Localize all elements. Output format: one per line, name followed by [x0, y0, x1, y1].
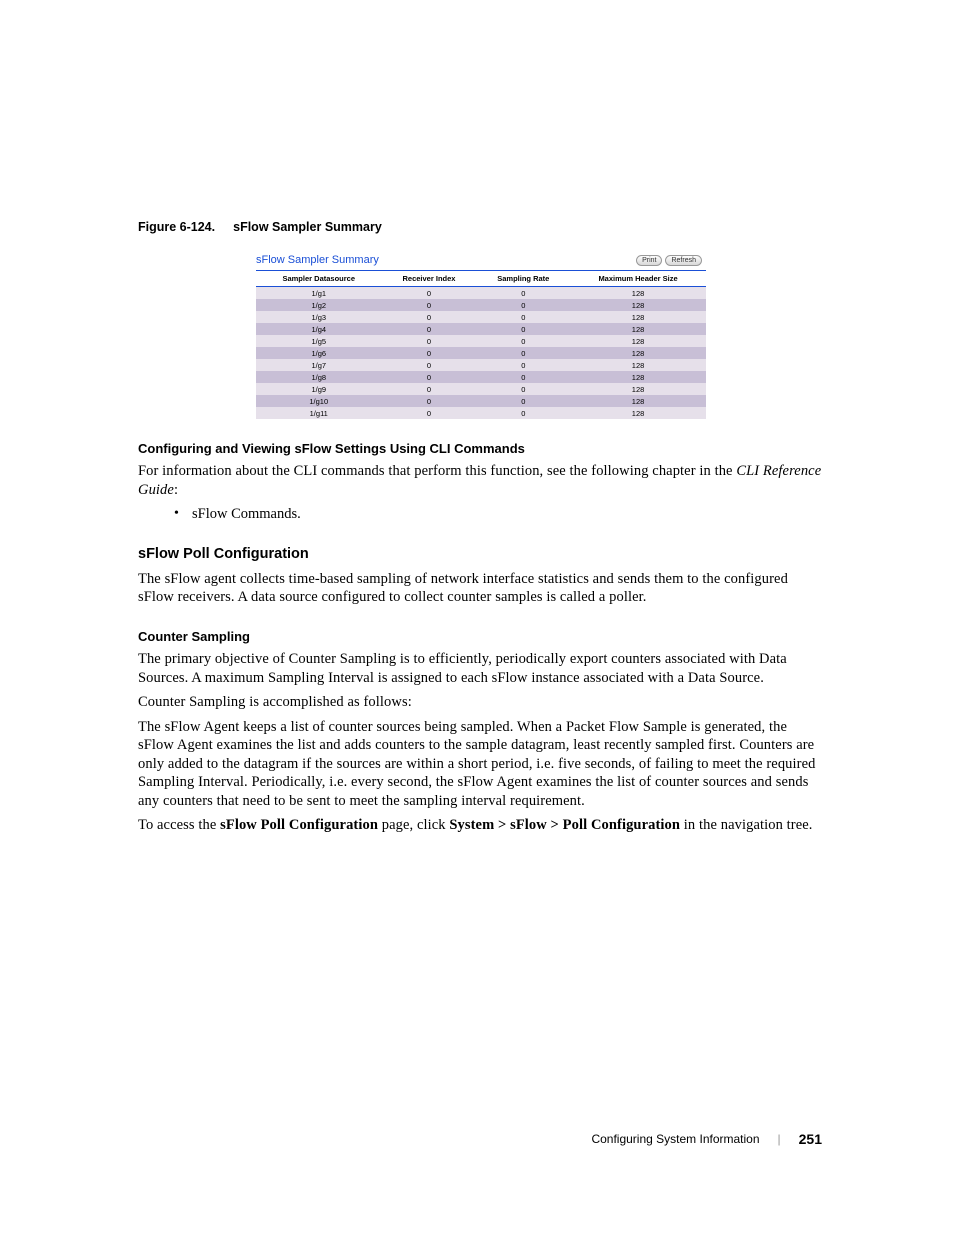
table-cell: 1/g6 [256, 347, 382, 359]
table-cell: 0 [382, 383, 477, 395]
table-cell: 0 [476, 299, 570, 311]
screenshot-panel: sFlow Sampler Summary Print Refresh Samp… [256, 252, 706, 419]
table-cell: 0 [382, 371, 477, 383]
table-cell: 1/g7 [256, 359, 382, 371]
cli-list: sFlow Commands. [138, 505, 824, 524]
table-cell: 128 [570, 287, 706, 300]
table-cell: 1/g3 [256, 311, 382, 323]
table-row: 1/g700128 [256, 359, 706, 371]
th-receiver-index: Receiver Index [382, 271, 477, 287]
heading-poll-config: sFlow Poll Configuration [138, 546, 824, 562]
figure-number: Figure 6-124. [138, 220, 215, 234]
figure-caption: Figure 6-124. sFlow Sampler Summary [138, 220, 824, 234]
figure-title: sFlow Sampler Summary [233, 220, 382, 234]
table-row: 1/g400128 [256, 323, 706, 335]
page-number: 251 [799, 1131, 822, 1147]
table-cell: 0 [382, 299, 477, 311]
table-cell: 0 [476, 395, 570, 407]
table-row: 1/g600128 [256, 347, 706, 359]
table-row: 1/g200128 [256, 299, 706, 311]
table-cell: 0 [476, 383, 570, 395]
table-cell: 128 [570, 335, 706, 347]
para-poll: The sFlow agent collects time-based samp… [138, 570, 824, 607]
table-cell: 0 [382, 287, 477, 300]
table-cell: 0 [382, 311, 477, 323]
table-cell: 128 [570, 371, 706, 383]
table-cell: 0 [476, 323, 570, 335]
para-cs3: The sFlow Agent keeps a list of counter … [138, 718, 824, 811]
para-cs2: Counter Sampling is accomplished as foll… [138, 693, 824, 712]
sampler-summary-table: Sampler Datasource Receiver Index Sampli… [256, 270, 706, 419]
table-cell: 128 [570, 323, 706, 335]
table-cell: 1/g2 [256, 299, 382, 311]
print-button[interactable]: Print [636, 255, 662, 266]
table-cell: 128 [570, 383, 706, 395]
table-cell: 0 [382, 407, 477, 419]
footer-separator: | [778, 1132, 781, 1146]
table-cell: 128 [570, 347, 706, 359]
table-cell: 0 [476, 287, 570, 300]
table-row: 1/g1100128 [256, 407, 706, 419]
heading-counter-sampling: Counter Sampling [138, 629, 824, 644]
para-cli: For information about the CLI commands t… [138, 462, 824, 499]
page-footer: Configuring System Information | 251 [591, 1131, 822, 1147]
table-cell: 0 [382, 347, 477, 359]
table-row: 1/g100128 [256, 287, 706, 300]
table-cell: 0 [476, 347, 570, 359]
table-cell: 0 [476, 371, 570, 383]
table-cell: 0 [476, 359, 570, 371]
table-cell: 1/g8 [256, 371, 382, 383]
table-cell: 0 [382, 323, 477, 335]
table-cell: 0 [476, 335, 570, 347]
table-cell: 1/g10 [256, 395, 382, 407]
table-cell: 0 [476, 311, 570, 323]
table-cell: 1/g4 [256, 323, 382, 335]
table-row: 1/g1000128 [256, 395, 706, 407]
list-item-sflow-commands: sFlow Commands. [192, 505, 824, 524]
table-row: 1/g500128 [256, 335, 706, 347]
table-row: 1/g900128 [256, 383, 706, 395]
th-datasource: Sampler Datasource [256, 271, 382, 287]
th-sampling-rate: Sampling Rate [476, 271, 570, 287]
table-cell: 128 [570, 359, 706, 371]
para-nav: To access the sFlow Poll Configuration p… [138, 816, 824, 835]
table-cell: 0 [382, 395, 477, 407]
table-row: 1/g300128 [256, 311, 706, 323]
table-cell: 128 [570, 299, 706, 311]
table-cell: 128 [570, 407, 706, 419]
table-cell: 128 [570, 311, 706, 323]
th-max-header-size: Maximum Header Size [570, 271, 706, 287]
panel-title: sFlow Sampler Summary [256, 254, 379, 266]
table-cell: 1/g11 [256, 407, 382, 419]
refresh-button[interactable]: Refresh [665, 255, 702, 266]
table-cell: 0 [382, 359, 477, 371]
para-cs1: The primary objective of Counter Samplin… [138, 650, 824, 687]
footer-section: Configuring System Information [591, 1132, 759, 1146]
table-cell: 128 [570, 395, 706, 407]
heading-cli: Configuring and Viewing sFlow Settings U… [138, 441, 824, 456]
table-cell: 1/g9 [256, 383, 382, 395]
table-cell: 1/g1 [256, 287, 382, 300]
table-cell: 0 [382, 335, 477, 347]
table-cell: 0 [476, 407, 570, 419]
table-row: 1/g800128 [256, 371, 706, 383]
table-cell: 1/g5 [256, 335, 382, 347]
